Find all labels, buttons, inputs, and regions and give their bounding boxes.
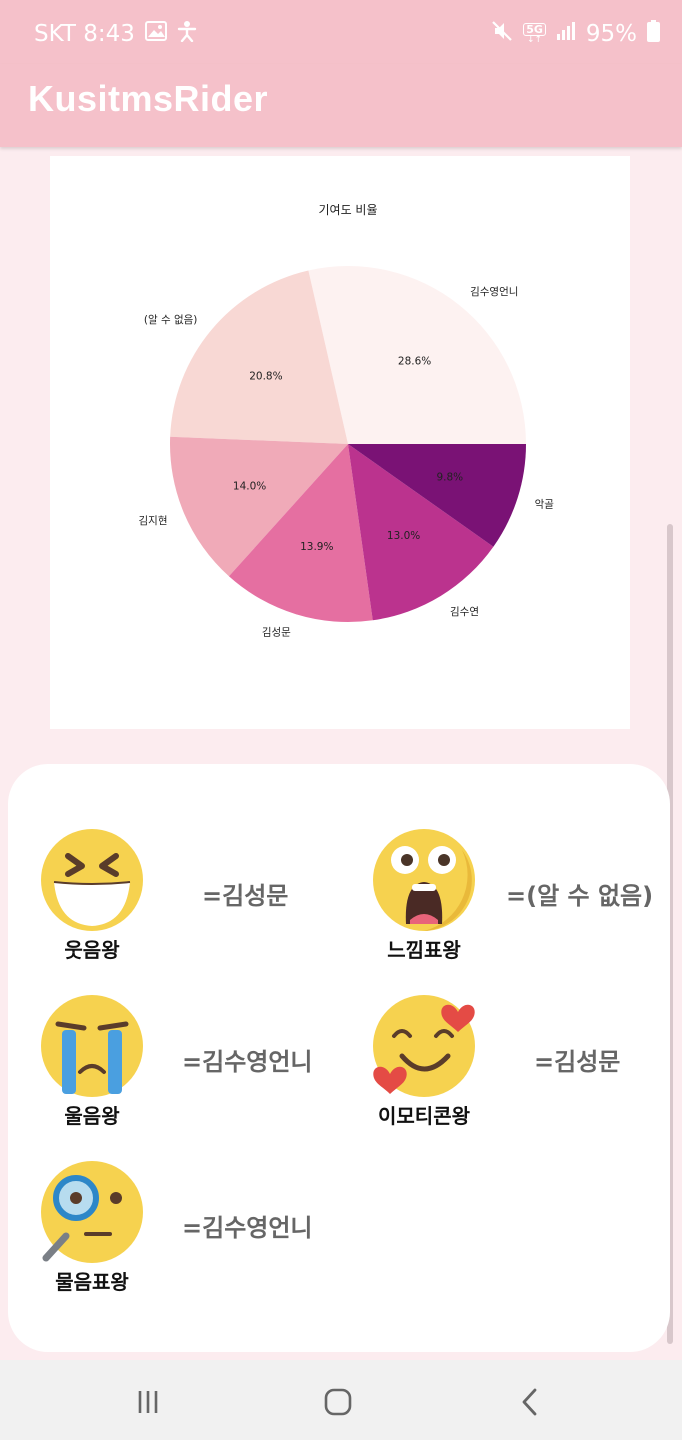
award-winner: =김수영언니 (182, 1214, 313, 1242)
award-winner: =(알 수 없음) (506, 882, 654, 910)
slice-percent-label: 28.6% (398, 356, 431, 368)
award-winner: =김성문 (202, 882, 289, 910)
recent-apps-icon[interactable] (128, 1382, 168, 1422)
slice-category-label: 김성문 (262, 626, 291, 638)
app-bar: KusitmsRider (0, 64, 682, 147)
award-winner: =김수영언니 (182, 1048, 313, 1076)
accessibility-icon (177, 20, 197, 48)
signal-icon (556, 21, 576, 47)
magnifier-face-icon (40, 1160, 144, 1264)
crying-face-icon (40, 994, 144, 1098)
slice-category-label: 악골 (535, 498, 555, 510)
back-icon[interactable] (510, 1382, 550, 1422)
award-label: 이모티콘왕 (378, 1104, 470, 1128)
battery-percent: 95% (585, 21, 637, 47)
battery-icon (647, 20, 660, 48)
slice-percent-label: 13.0% (387, 530, 420, 542)
chart-title: 기여도 비율 (318, 203, 377, 217)
shocked-face-icon (372, 828, 476, 932)
laughing-face-icon (40, 828, 144, 932)
slice-category-label: 김수영언니 (470, 286, 518, 298)
award-winner: =김성문 (534, 1048, 621, 1076)
award-label: 웃음왕 (64, 938, 120, 962)
chart-card: 기여도 비율 28.6% 김수영언니 20.8% (알 수 없음) 14.0% 김지현 13… (50, 156, 630, 729)
slice-category-label: 김수연 (450, 606, 479, 618)
network-5g-icon: 5G ↓↑ (523, 23, 546, 45)
award-label: 느낌표왕 (387, 938, 461, 962)
nav-bar (0, 1360, 682, 1440)
gallery-icon (144, 21, 167, 47)
mute-icon (491, 20, 513, 48)
slice-percent-label: 20.8% (249, 371, 282, 383)
home-icon[interactable] (318, 1382, 358, 1422)
hearts-face-icon (372, 994, 476, 1098)
award-label: 물음표왕 (55, 1270, 129, 1294)
slice-percent-label: 13.9% (300, 541, 333, 553)
slice-percent-label: 9.8% (436, 471, 463, 483)
slice-category-label: (알 수 없음) (144, 313, 198, 326)
awards-card: 웃음왕 =김성문 느낌표왕 =(알 수 없음) 울음왕 =김수영언니 이모티콘왕… (8, 764, 670, 1352)
slice-category-label: 김지현 (139, 515, 168, 527)
pie-chart: 기여도 비율 28.6% 김수영언니 20.8% (알 수 없음) 14.0% 김지현 13… (139, 203, 555, 638)
carrier-time: SKT 8:43 (34, 21, 135, 47)
award-label: 울음왕 (64, 1104, 120, 1128)
app-title: KusitmsRider (28, 78, 269, 119)
slice-percent-label: 14.0% (233, 481, 266, 493)
status-bar: SKT 8:43 5G ↓↑ 95% (0, 0, 682, 64)
